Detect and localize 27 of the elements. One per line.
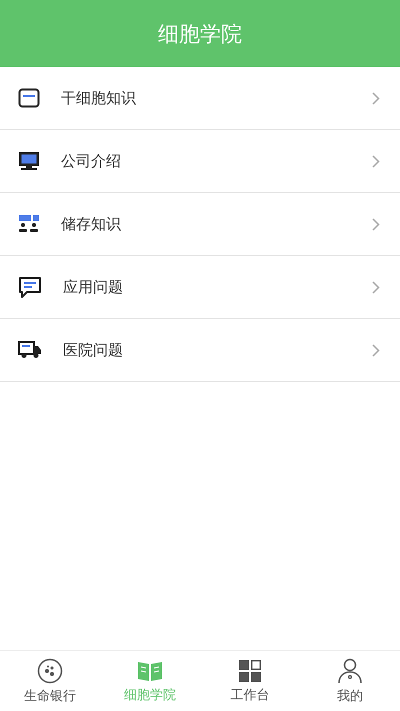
monitor-icon: [18, 151, 40, 171]
tab[interactable]: 我的: [300, 651, 400, 711]
menu-item[interactable]: 干细胞知识: [0, 67, 400, 130]
chevron-icon: [372, 218, 380, 230]
menu-item[interactable]: 储存知识: [0, 193, 400, 256]
chevron-icon: [372, 280, 380, 294]
chevron-icon: [372, 344, 380, 356]
tab[interactable]: 生命银行: [0, 651, 100, 711]
chevron-icon: [372, 92, 380, 104]
menu-label: 应用问题: [63, 278, 124, 296]
menu-item[interactable]: 公司介绍: [0, 130, 400, 193]
person-icon: [337, 658, 363, 684]
card-icon: [18, 88, 40, 108]
menu-label: 干细胞知识: [61, 88, 137, 108]
menu-item[interactable]: 应用问题: [0, 256, 400, 319]
tab[interactable]: 工作台: [200, 651, 300, 711]
grid-icon: [238, 658, 262, 682]
people-icon: [18, 214, 40, 234]
chevron-icon: [372, 154, 380, 168]
page-title: 细胞学院: [158, 20, 242, 48]
menu-label: 医院问题: [63, 340, 124, 360]
truck-icon: [18, 341, 42, 359]
menu-label: 储存知识: [61, 214, 122, 234]
menu-item[interactable]: 医院问题: [0, 319, 400, 382]
menu-label: 公司介绍: [61, 152, 122, 170]
chat-icon: [18, 276, 42, 298]
cells-icon: [37, 658, 63, 684]
